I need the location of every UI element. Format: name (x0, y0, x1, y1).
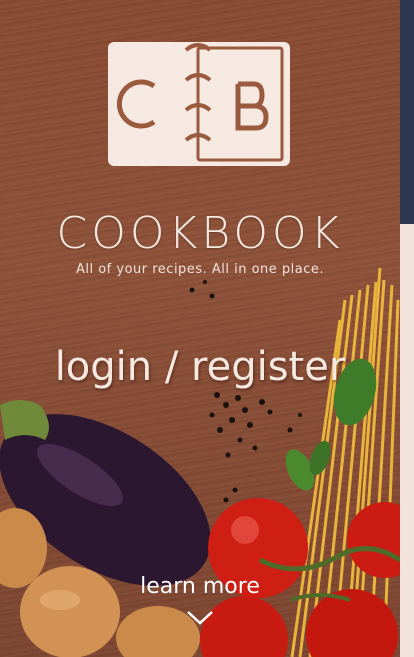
brand-title: COOKBOOK (56, 208, 344, 259)
login-register-link[interactable]: login / register (0, 344, 400, 390)
scrollbar-thumb[interactable] (400, 0, 414, 224)
chevron-down-icon[interactable] (186, 610, 214, 626)
logo-letter-c: C (106, 40, 107, 41)
hero-section: C B COOKBOOK All of your recipes. All in… (0, 0, 400, 657)
logo-letter-b: B (106, 40, 107, 41)
tagline: All of your recipes. All in one place. (75, 262, 325, 277)
cookbook-logo-icon: C B (106, 40, 290, 166)
learn-more-link[interactable]: learn more (0, 574, 400, 599)
